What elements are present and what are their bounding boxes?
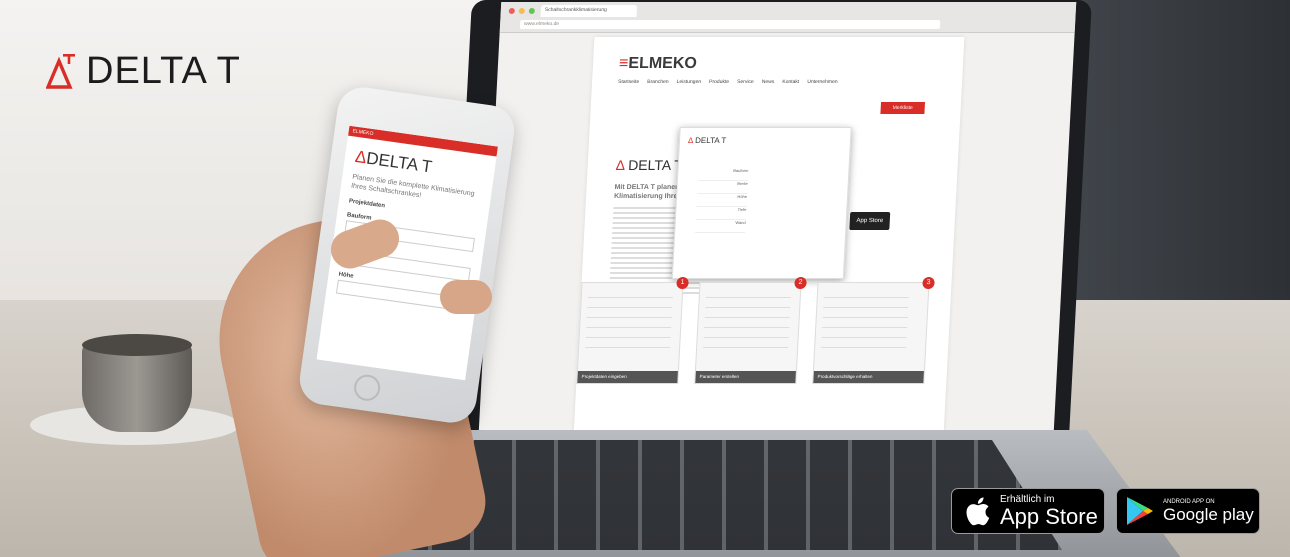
apple-icon bbox=[966, 497, 990, 526]
url-bar[interactable]: www.elmeko.de bbox=[519, 20, 941, 29]
step-footer[interactable]: Produktvorschläge erhalten bbox=[813, 371, 924, 383]
phone-title-text: DELTA T bbox=[365, 148, 434, 177]
app-store-badge[interactable]: Erhältlich im App Store bbox=[951, 488, 1105, 534]
dialog-field-label: Breite bbox=[697, 181, 748, 194]
dialog-form: Bauform Breite Höhe Tiefe Wand bbox=[695, 168, 838, 233]
nav-item-unternehmen[interactable]: Unternehmen bbox=[807, 79, 838, 85]
dialog-field-label: Tiefe bbox=[695, 207, 747, 220]
step-number: 2 bbox=[794, 277, 807, 289]
nav-item-news[interactable]: News bbox=[762, 79, 775, 85]
minimize-dot-icon[interactable] bbox=[518, 8, 525, 14]
laptop-screen: Schaltschrankklimatisierung www.elmeko.d… bbox=[478, 2, 1077, 432]
page-headline-text: DELTA T bbox=[627, 157, 684, 173]
merkliste-button[interactable]: Merkliste bbox=[880, 102, 926, 114]
step-card-1: 1 Projektdaten eingeben bbox=[576, 277, 689, 384]
maximize-dot-icon[interactable] bbox=[528, 8, 535, 14]
nav-item-startseite[interactable]: Startseite bbox=[618, 79, 639, 85]
app-store-big-text: App Store bbox=[1000, 504, 1098, 529]
delta-t-logo: DELTA T bbox=[46, 52, 241, 90]
dialog-field-label: Höhe bbox=[696, 194, 748, 207]
play-big-text: Google play bbox=[1163, 505, 1254, 524]
coffee-cup-top bbox=[82, 334, 192, 356]
mini-app-store-badge[interactable]: App Store bbox=[849, 212, 891, 230]
close-dot-icon[interactable] bbox=[508, 8, 515, 14]
step-footer[interactable]: Projektdaten eingeben bbox=[577, 371, 678, 383]
google-play-badge[interactable]: ANDROID APP ON Google play bbox=[1116, 488, 1260, 534]
dialog-title: Δ DELTA T bbox=[687, 136, 727, 145]
phone-home-button bbox=[352, 373, 382, 403]
step-content bbox=[584, 297, 673, 357]
nav-item-produkte[interactable]: Produkte bbox=[709, 79, 729, 85]
delta-triangle-icon bbox=[46, 54, 75, 89]
website-page: ≡ELMEKO Startseite Branchen Leistungen P… bbox=[573, 37, 965, 432]
step-footer[interactable]: Parameter erstellen bbox=[695, 371, 796, 383]
step-number: 3 bbox=[922, 277, 935, 289]
page-headline: Δ DELTA T bbox=[615, 157, 684, 173]
step-card-2: 2 Parameter erstellen bbox=[694, 277, 807, 384]
step-card-3: 3 Produktvorschläge erhalten bbox=[812, 277, 935, 384]
window-controls bbox=[508, 8, 535, 14]
browser-tab[interactable]: Schaltschrankklimatisierung bbox=[540, 5, 638, 17]
delta-t-dialog: Δ DELTA T Bauform Breite Höhe Tiefe Wand bbox=[671, 127, 852, 279]
finger bbox=[440, 280, 492, 314]
google-play-icon bbox=[1127, 497, 1153, 525]
nav-item-service[interactable]: Service bbox=[737, 79, 754, 85]
nav-item-leistungen[interactable]: Leistungen bbox=[676, 79, 701, 85]
nav-item-kontakt[interactable]: Kontakt bbox=[782, 79, 799, 85]
nav-item-branchen[interactable]: Branchen bbox=[647, 79, 669, 85]
browser-toolbar: Schaltschrankklimatisierung www.elmeko.d… bbox=[499, 2, 1077, 33]
site-nav: Startseite Branchen Leistungen Produkte … bbox=[618, 79, 838, 85]
step-content bbox=[702, 297, 791, 357]
dialog-field-label: Wand bbox=[695, 220, 746, 233]
site-logo[interactable]: ≡ELMEKO bbox=[619, 55, 698, 73]
site-logo-text: ELMEKO bbox=[627, 55, 698, 72]
logo-text: DELTA T bbox=[86, 50, 241, 92]
step-content bbox=[820, 297, 909, 357]
dialog-title-text: DELTA T bbox=[694, 136, 727, 145]
dialog-field-label: Bauform bbox=[697, 168, 749, 181]
